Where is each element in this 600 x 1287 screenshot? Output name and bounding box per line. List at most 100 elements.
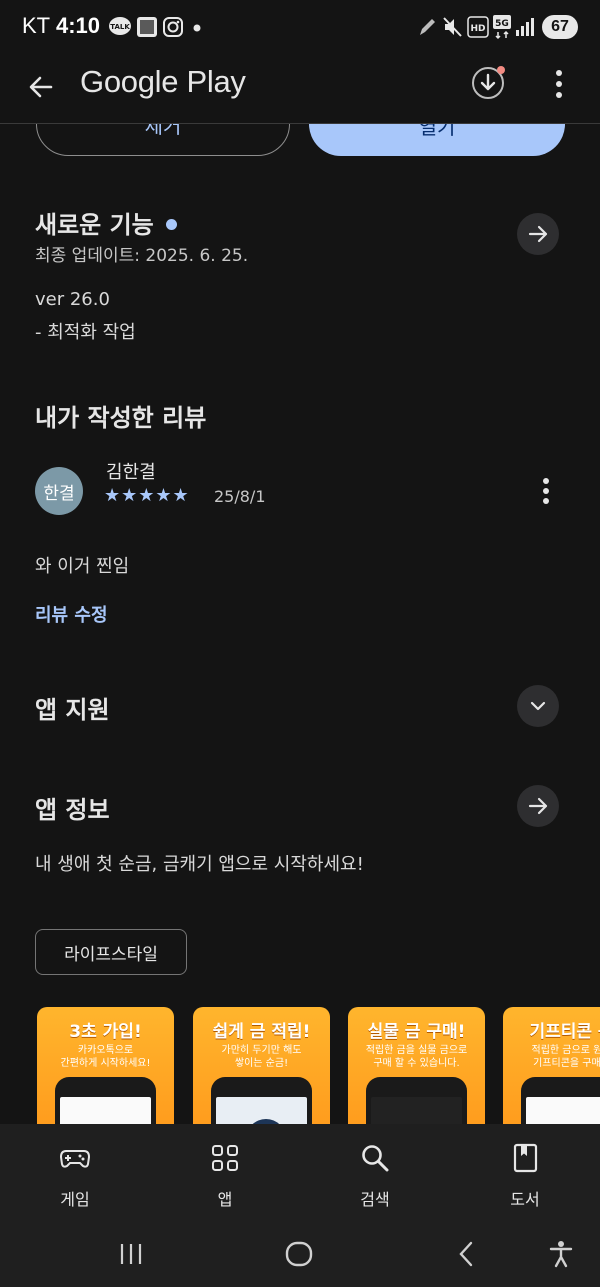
5g-icon: 5G [493,15,511,40]
caption-line: 간편하게 시작하세요! [60,1058,151,1069]
open-app-button[interactable]: 열기 [309,124,565,156]
nav-books[interactable]: 도서 [450,1124,600,1221]
caption-line: 카카오톡으로 [77,1045,134,1056]
nav-label: 도서 [510,1190,540,1209]
review-date: 25/8/1 [214,487,266,506]
category-chip-label: 라이프스타일 [64,944,158,965]
clock: 4:10 [56,13,101,38]
open-label: 열기 [418,124,456,139]
search-icon [362,1145,389,1172]
nav-label: 앱 [217,1190,233,1209]
screenshot-title: 3초 가입! [69,1022,142,1042]
arrow-back-icon [29,76,53,98]
back-button[interactable] [20,66,62,108]
svg-text:HD: HD [470,24,485,34]
version-text: ver 26.0 [35,289,110,310]
book-icon [513,1143,538,1173]
caption-line: 기프티콘을 구매하 [533,1058,600,1069]
caption-line: 가만히 두기만 해도 [221,1045,302,1056]
battery-indicator: 67 [542,15,578,39]
app-bar: Google Play [0,56,600,122]
download-manager-button[interactable] [471,64,507,100]
whats-new-arrow-button[interactable] [517,213,559,255]
screenshot-title: 실물 금 구매! [367,1022,466,1042]
caption-line: 쌓이는 순금! [234,1058,289,1069]
edit-review-link[interactable]: 리뷰 수정 [35,601,108,627]
new-indicator-dot-icon [165,219,177,230]
svg-text:TALK: TALK [110,23,130,31]
system-navigation-bar [0,1221,600,1287]
mute-icon [443,17,462,37]
recent-apps-button[interactable] [116,1239,146,1269]
phone-screen [371,1097,462,1125]
chevron-down-icon [530,701,546,711]
screenshot-caption: 카카오톡으로 간편하게 시작하세요! [37,1044,174,1070]
app-description: 내 생애 첫 순금, 금캐기 앱으로 시작하세요! [35,854,364,875]
bottom-navigation: 게임 앱 검색 도서 [0,1124,600,1221]
whats-new-heading: 새로운 기능 [35,205,177,240]
reviewer-name: 김한결 [106,462,156,483]
screenshot-caption: 적립한 금을 실물 금으로 구매 할 수 있습니다. [348,1044,485,1070]
nav-apps[interactable]: 앱 [150,1124,300,1221]
gamepad-icon [59,1150,91,1168]
phone-screen [60,1097,151,1125]
nav-games[interactable]: 게임 [0,1124,150,1221]
nav-label: 게임 [60,1190,90,1209]
screenshot-title: 기프티콘 구 [529,1022,600,1042]
caption-line: 구매 할 수 있습니다. [373,1058,460,1069]
hd-voice-icon: HD [467,16,489,38]
update-note-text: - 최적화 작업 [35,322,136,343]
uninstall-button[interactable]: 제거 [36,124,290,156]
notification-dot-icon [497,66,505,74]
phone-mockup [55,1077,156,1125]
app-support-expand-button[interactable] [517,685,559,727]
phone-mockup [521,1077,600,1125]
more-notifications-dot-icon [193,24,201,32]
phone-screen [216,1097,307,1125]
whats-new-title: 새로운 기능 [35,211,154,239]
last-updated-text: 최종 업데이트: 2025. 6. 25. [35,246,249,266]
nav-label: 검색 [360,1190,390,1209]
arrow-forward-icon [528,225,548,243]
apps-grid-icon [212,1145,238,1171]
screenshot-3[interactable]: 실물 금 구매! 적립한 금을 실물 금으로 구매 할 수 있습니다. [348,1007,485,1125]
screenshot-carousel[interactable]: 3초 가입! 카카오톡으로 간편하게 시작하세요! 쉽게 금 적립! 가만히 두… [0,1007,600,1125]
accessibility-button[interactable] [546,1239,576,1269]
category-chip[interactable]: 라이프스타일 [35,929,187,975]
phone-screen [526,1097,600,1125]
arrow-forward-icon [528,797,548,815]
svg-text:5G: 5G [495,19,509,29]
pen-icon [420,19,435,35]
action-buttons-row: 제거 열기 [0,124,600,158]
uninstall-label: 제거 [144,124,182,138]
home-button[interactable] [284,1239,314,1269]
signal-icon [516,18,534,36]
screenshot-caption: 적립한 금으로 원하 기프티콘을 구매하 [503,1044,600,1070]
kakaotalk-icon: TALK [109,17,131,35]
app-notification-icon [137,17,157,37]
app-info-arrow-button[interactable] [517,785,559,827]
more-options-button[interactable] [546,68,572,100]
app-title: Google Play [80,64,246,99]
screenshot-caption: 가만히 두기만 해도 쌓이는 순금! [193,1044,330,1070]
phone-mockup [211,1077,312,1125]
caption-line: 적립한 금으로 원하 [531,1045,600,1056]
review-text: 와 이거 찐임 [35,556,130,577]
nav-search[interactable]: 검색 [300,1124,450,1221]
status-bar: KT 4:10 TALK HD 5G 67 [0,0,600,56]
app-info-title: 앱 정보 [35,796,110,824]
avatar: 한결 [35,467,83,515]
screenshot-1[interactable]: 3초 가입! 카카오톡으로 간편하게 시작하세요! [37,1007,174,1125]
screenshot-title: 쉽게 금 적립! [212,1022,311,1042]
app-support-title: 앱 지원 [35,696,110,724]
system-back-button[interactable] [452,1239,482,1269]
instagram-icon [163,17,183,37]
caption-line: 적립한 금을 실물 금으로 [365,1045,468,1056]
screenshot-2[interactable]: 쉽게 금 적립! 가만히 두기만 해도 쌓이는 순금! [193,1007,330,1125]
my-review-title: 내가 작성한 리뷰 [35,404,207,432]
carrier-label: KT [22,13,51,38]
rating-stars: ★★★★★ [104,485,190,506]
screenshot-4[interactable]: 기프티콘 구 적립한 금으로 원하 기프티콘을 구매하 [503,1007,600,1125]
phone-mockup [366,1077,467,1125]
review-options-button[interactable] [534,476,558,506]
